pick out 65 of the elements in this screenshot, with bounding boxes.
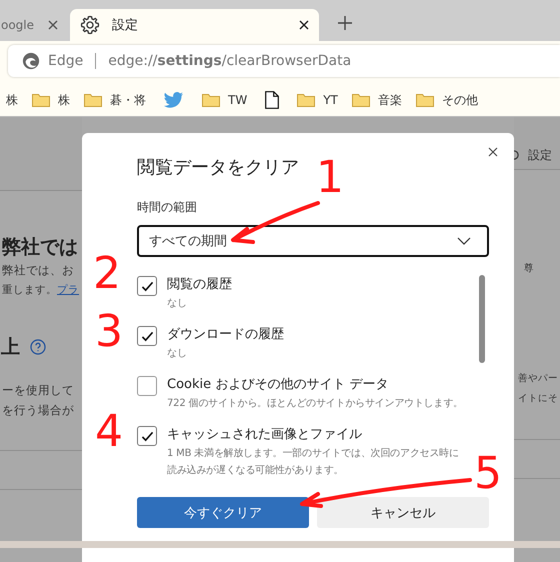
checkbox[interactable] — [137, 376, 157, 396]
address-bar[interactable]: Edge edge://settings/clearBrowserData — [8, 45, 560, 77]
folder-icon — [297, 93, 316, 107]
annotation-number: 4 — [95, 410, 123, 454]
checkmark-icon — [140, 430, 154, 442]
chevron-down-icon — [457, 237, 471, 245]
body-text: を行う場合が — [2, 402, 75, 419]
url-text: edge://settings/clearBrowserData — [108, 53, 352, 69]
option-label: キャッシュされた画像とファイル — [167, 426, 363, 444]
option-label: ダウンロードの履歴 — [167, 326, 284, 344]
body-text: イトにそ — [518, 392, 559, 406]
folder-icon — [84, 93, 102, 107]
checkmark-icon — [140, 280, 154, 292]
body-text: 重します。 — [2, 284, 57, 296]
help-icon[interactable] — [30, 339, 46, 355]
clear-now-button[interactable]: 今すぐクリア — [137, 497, 309, 528]
scrollbar-thumb[interactable] — [479, 275, 485, 363]
close-icon[interactable] — [299, 20, 309, 30]
annotation-number: 2 — [93, 252, 121, 296]
checkmark-icon — [140, 330, 154, 342]
bookmark-folder[interactable]: TW — [202, 93, 248, 107]
checkbox[interactable] — [137, 276, 157, 296]
section-heading: 上 — [1, 335, 20, 360]
body-text: ーを使用して — [2, 382, 75, 399]
bookmark-folder[interactable]: 碁・将 — [84, 92, 146, 108]
body-text: 尊 — [524, 262, 535, 276]
option-label: 閲覧の履歴 — [167, 276, 232, 294]
section-heading: 弊社では — [2, 235, 79, 260]
cancel-button[interactable]: キャンセル — [317, 497, 489, 528]
tab-title: oogle — [1, 18, 34, 32]
bookmark-folder[interactable]: その他 — [416, 92, 478, 108]
document-icon[interactable] — [265, 91, 280, 109]
annotation-number: 3 — [95, 310, 123, 354]
checkbox[interactable] — [137, 426, 157, 446]
tab-title: 設定 — [112, 17, 139, 34]
close-icon[interactable] — [488, 147, 498, 157]
annotation-number: 5 — [474, 452, 502, 496]
checkbox[interactable] — [137, 326, 157, 346]
gear-icon — [80, 15, 100, 35]
edge-logo-icon — [22, 52, 40, 70]
folder-icon — [416, 93, 434, 107]
field-label: 時間の範囲 — [137, 199, 198, 216]
time-range-dropdown[interactable]: すべての期間 — [137, 225, 489, 257]
browser-tab[interactable]: oogle — [0, 9, 69, 41]
folder-icon — [202, 93, 220, 107]
bookmark-folder[interactable]: YT — [297, 93, 338, 107]
site-label: Edge — [48, 53, 84, 69]
folder-icon — [32, 93, 50, 107]
body-text: 善やパー — [518, 372, 559, 386]
bookmark-folder[interactable]: 株 — [32, 92, 70, 108]
bookmark[interactable]: 株 — [6, 92, 18, 108]
dialog-title: 閲覧データをクリア — [137, 157, 299, 179]
bookmark-folder[interactable]: 音楽 — [352, 92, 402, 108]
option-description: 1 MB 未満を解放します。一部のサイトでは、次回のアクセス時に読み込みが遅くなる可能性があります。 — [167, 446, 460, 478]
option-description: なし — [167, 297, 187, 311]
annotation-number: 1 — [316, 156, 344, 200]
folder-icon — [352, 93, 370, 107]
option-label: Cookie およびその他のサイト データ — [167, 376, 390, 394]
bird-icon[interactable] — [164, 92, 184, 108]
option-description: 722 個のサイトから。ほとんどのサイトからサインアウトします。 — [167, 397, 463, 411]
body-text: 弊社では、お — [2, 262, 75, 279]
new-tab-icon[interactable] — [337, 15, 353, 31]
option-description: なし — [167, 347, 187, 361]
browser-tab[interactable]: 設定 — [70, 9, 319, 41]
settings-label: 設定 — [528, 146, 552, 164]
